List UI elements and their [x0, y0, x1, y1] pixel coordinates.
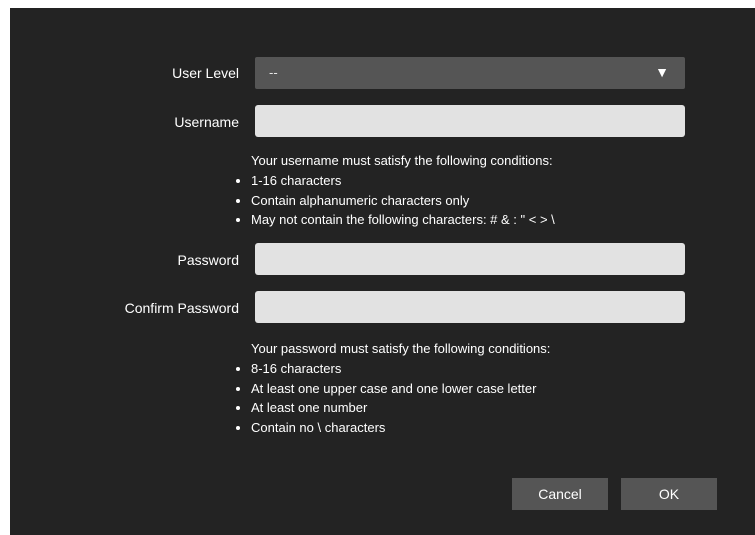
chevron-down-icon: ▼ [655, 64, 669, 80]
confirm-password-label: Confirm Password [124, 300, 239, 316]
password-label: Password [177, 252, 239, 268]
password-rules-intro: Your password must satisfy the following… [251, 341, 551, 356]
password-rule-item: At least one upper case and one lower ca… [231, 379, 550, 399]
add-user-dialog: User Level -- ▼ Username Your username m… [10, 8, 755, 535]
username-rule-item: May not contain the following characters… [231, 210, 555, 230]
user-level-value: -- [269, 65, 278, 80]
username-label: Username [174, 114, 239, 130]
cancel-button[interactable]: Cancel [512, 478, 608, 510]
username-rule-item: 1-16 characters [231, 171, 555, 191]
username-rule-item: Contain alphanumeric characters only [231, 191, 555, 211]
password-rule-item: 8-16 characters [231, 359, 550, 379]
username-field[interactable] [255, 105, 685, 137]
password-field[interactable] [255, 243, 685, 275]
password-rules: Your password must satisfy the following… [231, 339, 550, 437]
ok-button[interactable]: OK [621, 478, 717, 510]
confirm-password-field[interactable] [255, 291, 685, 323]
password-rule-item: Contain no \ characters [231, 418, 550, 438]
password-rule-item: At least one number [231, 398, 550, 418]
username-rules: Your username must satisfy the following… [231, 151, 555, 230]
username-rules-intro: Your username must satisfy the following… [251, 153, 553, 168]
user-level-select[interactable]: -- ▼ [255, 57, 685, 89]
user-level-label: User Level [172, 65, 239, 81]
